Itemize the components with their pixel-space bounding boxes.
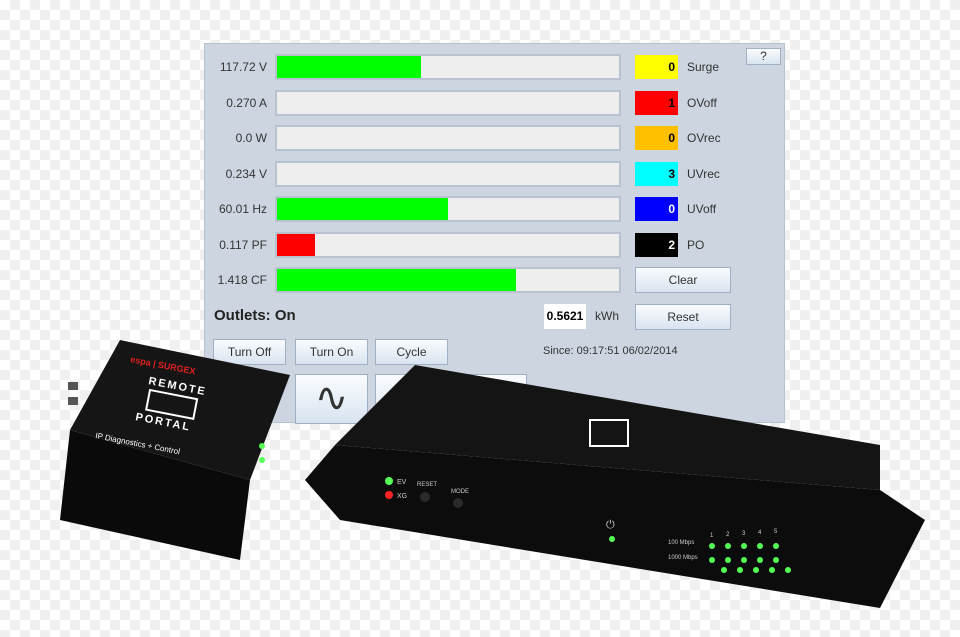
power-led — [609, 536, 615, 542]
large-remote-portal-device: EV XG RESET MODE ⏻ 100 Mbps 1000 Mbps 12… — [305, 365, 925, 608]
port-led — [769, 567, 775, 573]
port-led-100 — [773, 543, 779, 549]
speed-100-label: 100 Mbps — [668, 540, 694, 546]
port-led — [737, 567, 743, 573]
ev-led — [385, 477, 393, 485]
ev-label: EV — [397, 479, 407, 486]
xg-led — [385, 491, 393, 499]
led-indicator — [259, 443, 265, 449]
port-led-1000 — [741, 557, 747, 563]
port-led — [721, 567, 727, 573]
port-led — [785, 567, 791, 573]
reset-label: RESET — [417, 482, 437, 488]
port-led-1000 — [757, 557, 763, 563]
port-led — [753, 567, 759, 573]
power-icon: ⏻ — [606, 519, 615, 531]
port-led-100 — [725, 543, 731, 549]
small-remote-portal-device: espa | SURGEX REMOTE PORTAL IP Diagnosti… — [60, 340, 290, 560]
port-led-100 — [757, 543, 763, 549]
port-led-1000 — [709, 557, 715, 563]
devices-illustration: espa | SURGEX REMOTE PORTAL IP Diagnosti… — [60, 340, 925, 608]
reset-hw-button — [420, 492, 430, 502]
mode-hw-button — [453, 498, 463, 508]
port-led-100 — [709, 543, 715, 549]
mode-label: MODE — [451, 489, 469, 495]
xg-label: XG — [397, 493, 407, 500]
speed-1000-label: 1000 Mbps — [668, 555, 698, 561]
port-led-100 — [741, 543, 747, 549]
led-indicator — [259, 457, 265, 463]
port-led-1000 — [773, 557, 779, 563]
port-led-1000 — [725, 557, 731, 563]
